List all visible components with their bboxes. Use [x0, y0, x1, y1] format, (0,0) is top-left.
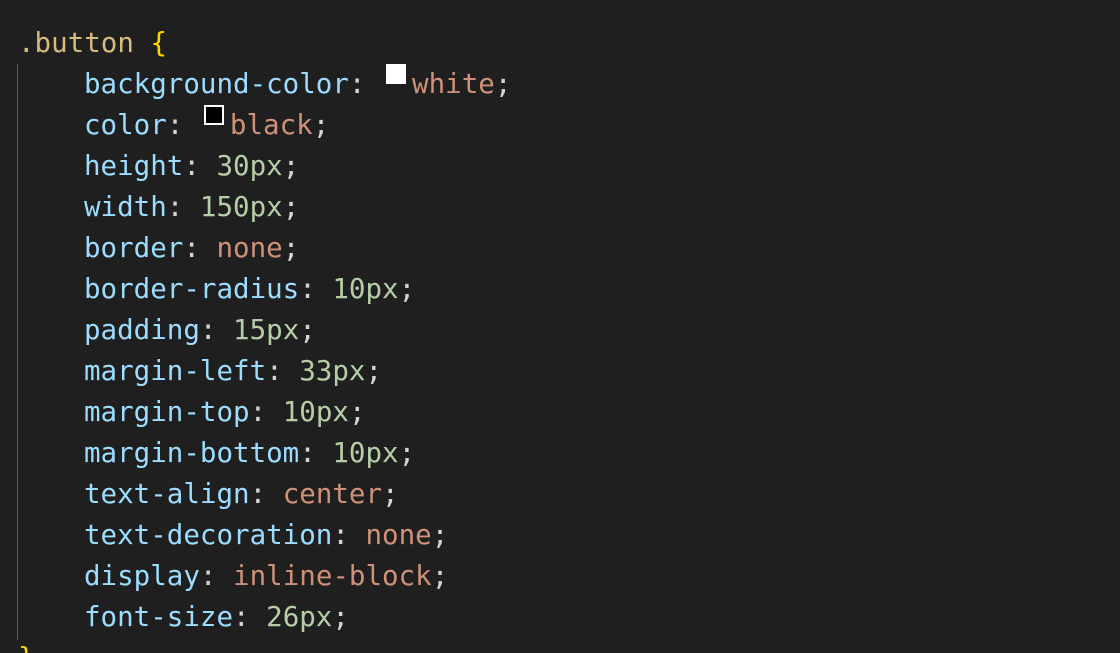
colon: :: [299, 437, 333, 469]
open-brace: {: [150, 27, 168, 59]
declaration-line[interactable]: margin-top: 10px;: [18, 392, 366, 433]
colon: :: [249, 396, 283, 428]
colon: :: [199, 560, 234, 592]
rule-header-line[interactable]: .button {: [18, 23, 167, 64]
css-property: border-radius: [84, 273, 300, 305]
semicolon: ;: [494, 68, 512, 100]
colon: :: [332, 519, 366, 551]
css-value: 30px: [216, 150, 283, 182]
colon: :: [233, 601, 267, 633]
css-value: 26px: [266, 601, 333, 633]
color-swatch-icon[interactable]: [386, 64, 407, 84]
declaration-line[interactable]: border: none;: [18, 228, 299, 269]
css-value: black: [229, 109, 313, 141]
css-property: background-color: [84, 68, 349, 100]
declaration-line[interactable]: display: inline-block;: [18, 556, 448, 597]
css-property: text-align: [84, 478, 250, 510]
css-property: font-size: [84, 601, 234, 633]
semicolon: ;: [431, 519, 449, 551]
css-value: 10px: [282, 396, 349, 428]
colon: :: [348, 68, 383, 100]
declaration-line[interactable]: text-decoration: none;: [18, 515, 448, 556]
colon: :: [183, 150, 217, 182]
declaration-line[interactable]: font-size: 26px;: [18, 597, 349, 638]
colon: :: [166, 109, 200, 141]
semicolon: ;: [332, 601, 349, 633]
css-value: 15px: [233, 314, 300, 346]
css-value: none: [216, 232, 283, 264]
css-selector: .button: [18, 27, 134, 59]
semicolon: ;: [398, 437, 416, 469]
color-swatch-icon[interactable]: [203, 105, 224, 125]
css-property: border: [84, 232, 184, 264]
colon: :: [166, 191, 200, 223]
declaration-line[interactable]: border-radius: 10px;: [18, 269, 415, 310]
css-property: color: [84, 109, 167, 141]
semicolon: ;: [365, 355, 383, 387]
declaration-line[interactable]: width: 150px;: [18, 187, 299, 228]
declaration-line[interactable]: background-color: white;: [18, 64, 511, 105]
semicolon: ;: [282, 232, 300, 264]
semicolon: ;: [282, 150, 300, 182]
css-property: text-decoration: [84, 519, 333, 551]
semicolon: ;: [282, 191, 300, 223]
close-brace: }: [18, 642, 35, 653]
css-value: 10px: [332, 273, 399, 305]
semicolon: ;: [382, 478, 399, 510]
declaration-line[interactable]: text-align: center;: [18, 474, 399, 515]
semicolon: ;: [312, 109, 330, 141]
colon: :: [199, 314, 234, 346]
semicolon: ;: [299, 314, 316, 346]
code-editor[interactable]: .button { background-color: white; color:…: [0, 0, 1120, 653]
css-property: margin-left: [84, 355, 267, 387]
css-property: margin-bottom: [84, 437, 300, 469]
declaration-line[interactable]: margin-left: 33px;: [18, 351, 382, 392]
css-property: height: [84, 150, 184, 182]
css-property: width: [84, 191, 167, 223]
semicolon: ;: [431, 560, 449, 592]
css-property: display: [84, 560, 200, 592]
css-value: 10px: [332, 437, 399, 469]
declaration-line[interactable]: height: 30px;: [18, 146, 299, 187]
rule-footer-line[interactable]: }: [18, 638, 35, 653]
semicolon: ;: [398, 273, 416, 305]
css-value: 33px: [299, 355, 366, 387]
semicolon: ;: [348, 396, 366, 428]
declaration-line[interactable]: padding: 15px;: [18, 310, 316, 351]
declaration-line[interactable]: color: black;: [18, 105, 329, 146]
colon: :: [249, 478, 283, 510]
css-value: 150px: [199, 191, 283, 223]
css-value: inline-block: [233, 560, 432, 592]
colon: :: [299, 273, 333, 305]
css-value: center: [282, 478, 383, 510]
css-property: padding: [84, 314, 200, 346]
css-value: white: [412, 68, 495, 100]
colon: :: [183, 232, 217, 264]
declaration-line[interactable]: margin-bottom: 10px;: [18, 433, 415, 474]
css-value: none: [365, 519, 432, 551]
css-property: margin-top: [84, 396, 250, 428]
colon: :: [266, 355, 300, 387]
